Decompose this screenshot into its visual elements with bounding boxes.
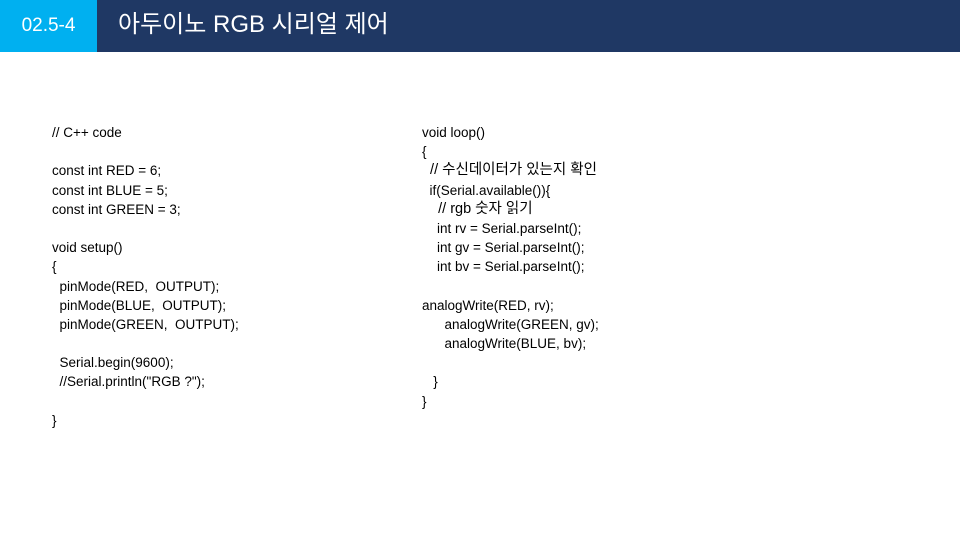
code-line: } <box>422 374 438 390</box>
code-line: pinMode(RED, OUTPUT); <box>52 278 220 294</box>
code-line: } <box>422 393 427 409</box>
code-line: const int BLUE = 5; <box>52 182 168 198</box>
code-line: analogWrite(GREEN, gv); <box>422 316 599 332</box>
code-line: // rgb 숫자 읽기 <box>422 200 533 217</box>
code-block-setup: // C++ code const int RED = 6; const int… <box>52 123 392 430</box>
code-line: int bv = Serial.parseInt(); <box>422 259 585 275</box>
code-line: // 수신데이터가 있는지 확인 <box>422 162 597 179</box>
code-line: if(Serial.available()){ <box>422 182 551 198</box>
code-line: const int RED = 6; <box>52 163 162 179</box>
code-line: { <box>52 259 57 275</box>
code-line: { <box>422 144 427 160</box>
code-line: } <box>52 412 57 428</box>
section-number-badge: 02.5-4 <box>0 0 97 52</box>
code-line: pinMode(GREEN, OUTPUT); <box>52 316 239 332</box>
code-line: analogWrite(BLUE, bv); <box>422 336 587 352</box>
code-line: void setup() <box>52 240 123 256</box>
code-block-loop: void loop() { // 수신데이터가 있는지 확인 if(Serial… <box>422 123 842 411</box>
slide-title: 아두이노 RGB 시리얼 제어 <box>118 11 389 38</box>
code-line: int rv = Serial.parseInt(); <box>422 220 582 236</box>
code-line: Serial.begin(9600); <box>52 355 174 371</box>
code-line: analogWrite(RED, rv); <box>422 297 554 313</box>
slide-header: 02.5-4 아두이노 RGB 시리얼 제어 <box>0 0 960 52</box>
code-line: const int GREEN = 3; <box>52 201 181 217</box>
code-line: //Serial.println("RGB ?"); <box>52 374 205 390</box>
code-line: void loop() <box>422 125 486 140</box>
code-line: // C++ code <box>52 125 122 140</box>
code-line: int gv = Serial.parseInt(); <box>422 240 585 256</box>
code-line: pinMode(BLUE, OUTPUT); <box>52 297 227 313</box>
